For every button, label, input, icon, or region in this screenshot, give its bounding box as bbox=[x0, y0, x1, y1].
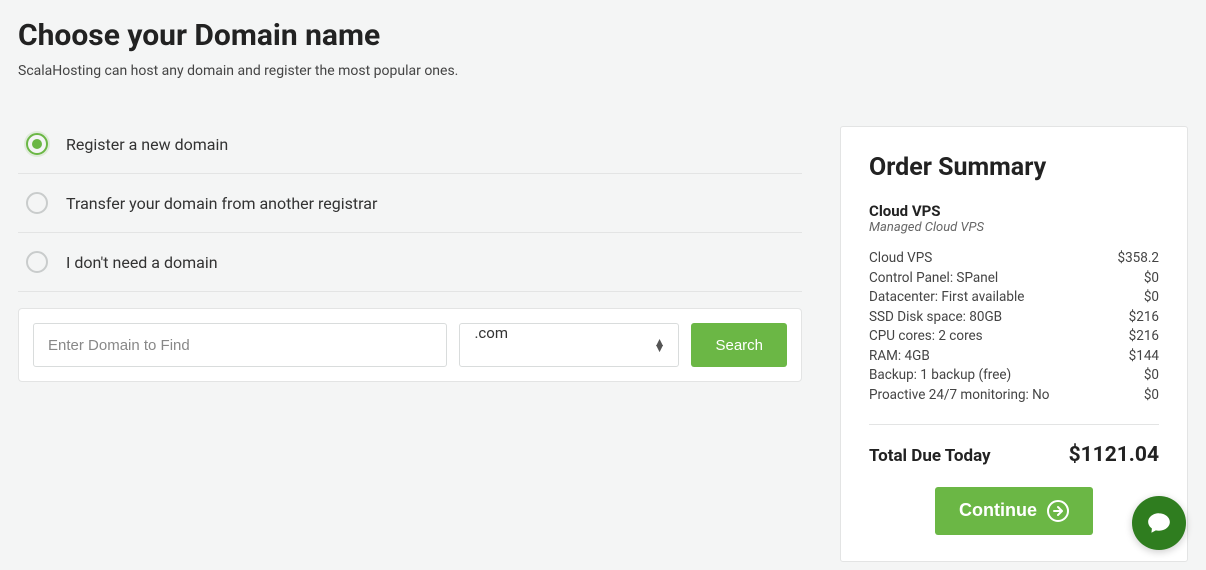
page-subtitle: ScalaHosting can host any domain and reg… bbox=[18, 63, 802, 79]
option-transfer[interactable]: Transfer your domain from another regist… bbox=[18, 174, 802, 233]
total-label: Total Due Today bbox=[869, 446, 991, 466]
chat-icon bbox=[1146, 510, 1172, 536]
line-item-label: Backup: 1 backup (free) bbox=[869, 366, 1011, 386]
radio-icon bbox=[26, 251, 48, 273]
summary-product: Cloud VPS bbox=[869, 202, 1159, 220]
domain-input[interactable] bbox=[33, 323, 447, 367]
radio-icon bbox=[26, 192, 48, 214]
line-item-label: CPU cores: 2 cores bbox=[869, 327, 983, 347]
line-item-label: SSD Disk space: 80GB bbox=[869, 308, 1002, 328]
total-value: $1121.04 bbox=[1069, 443, 1159, 467]
line-item-label: RAM: 4GB bbox=[869, 347, 930, 367]
line-item: RAM: 4GB $144 bbox=[869, 347, 1159, 367]
line-item-price: $0 bbox=[1144, 288, 1159, 308]
line-item-label: Proactive 24/7 monitoring: No bbox=[869, 386, 1050, 406]
line-item: SSD Disk space: 80GB $216 bbox=[869, 308, 1159, 328]
option-no-domain[interactable]: I don't need a domain bbox=[18, 233, 802, 292]
line-item: Cloud VPS $358.2 bbox=[869, 249, 1159, 269]
option-label: Transfer your domain from another regist… bbox=[66, 194, 377, 213]
line-item: Backup: 1 backup (free) $0 bbox=[869, 366, 1159, 386]
continue-button[interactable]: Continue bbox=[935, 487, 1093, 535]
line-item: Proactive 24/7 monitoring: No $0 bbox=[869, 386, 1159, 406]
order-summary-card: Order Summary Cloud VPS Managed Cloud VP… bbox=[840, 126, 1188, 562]
arrow-right-circle-icon bbox=[1047, 500, 1069, 522]
line-item-price: $0 bbox=[1144, 386, 1159, 406]
divider bbox=[869, 424, 1159, 425]
tld-select[interactable]: .com bbox=[459, 323, 679, 367]
page-title: Choose your Domain name bbox=[18, 18, 802, 53]
summary-title: Order Summary bbox=[869, 153, 1159, 182]
radio-icon bbox=[26, 133, 48, 155]
line-item-price: $0 bbox=[1144, 269, 1159, 289]
search-button[interactable]: Search bbox=[691, 323, 787, 367]
line-item-price: $216 bbox=[1129, 308, 1159, 328]
line-item: CPU cores: 2 cores $216 bbox=[869, 327, 1159, 347]
line-item-label: Cloud VPS bbox=[869, 249, 932, 269]
continue-label: Continue bbox=[959, 500, 1037, 521]
chat-button[interactable] bbox=[1132, 496, 1186, 550]
line-item: Datacenter: First available $0 bbox=[869, 288, 1159, 308]
domain-search-card: .com ▲▼ Search bbox=[18, 308, 802, 382]
line-item-price: $358.2 bbox=[1118, 249, 1160, 269]
line-item: Control Panel: SPanel $0 bbox=[869, 269, 1159, 289]
line-item-price: $144 bbox=[1129, 347, 1159, 367]
option-register-new[interactable]: Register a new domain bbox=[18, 115, 802, 174]
line-item-label: Datacenter: First available bbox=[869, 288, 1024, 308]
line-item-price: $216 bbox=[1129, 327, 1159, 347]
option-label: I don't need a domain bbox=[66, 253, 218, 272]
option-label: Register a new domain bbox=[66, 135, 228, 154]
line-item-price: $0 bbox=[1144, 366, 1159, 386]
line-item-label: Control Panel: SPanel bbox=[869, 269, 998, 289]
summary-product-sub: Managed Cloud VPS bbox=[869, 220, 1159, 235]
